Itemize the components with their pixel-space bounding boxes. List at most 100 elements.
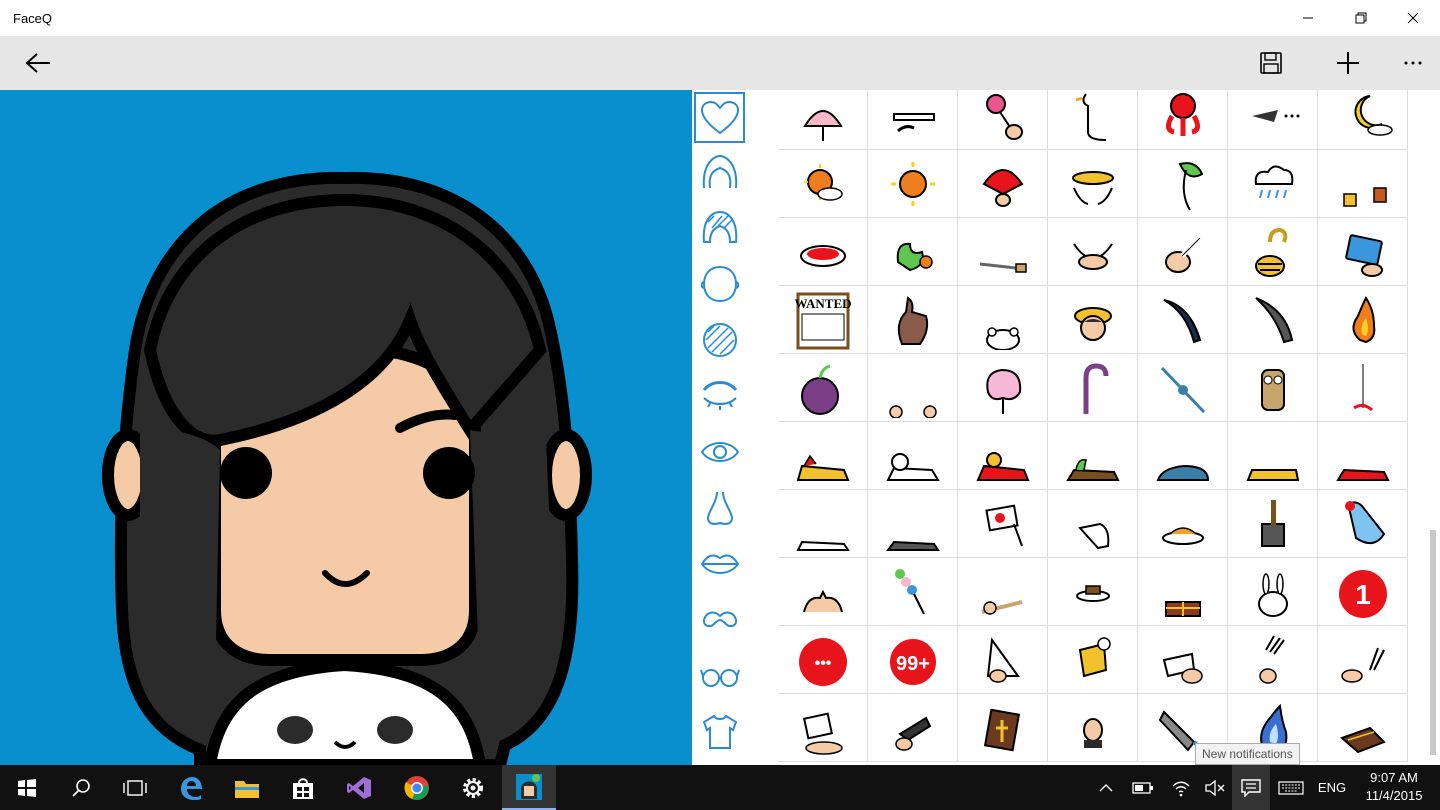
show-hidden-icons-button[interactable] [1094, 765, 1118, 810]
sticker-tile[interactable] [1138, 626, 1228, 694]
save-button[interactable] [1243, 36, 1299, 90]
network-button[interactable] [1168, 765, 1194, 810]
sticker-tile[interactable] [1048, 558, 1138, 626]
scrollbar[interactable] [1430, 530, 1436, 755]
category-eyes[interactable] [694, 426, 745, 477]
sticker-tile[interactable] [1048, 150, 1138, 218]
sticker-tile[interactable] [1138, 422, 1228, 490]
sticker-tile[interactable] [1138, 286, 1228, 354]
file-explorer-button[interactable] [220, 765, 274, 810]
sticker-tile[interactable] [778, 422, 868, 490]
sticker-tile[interactable] [1048, 490, 1138, 558]
sticker-tile[interactable] [868, 218, 958, 286]
sticker-tile[interactable] [1318, 90, 1408, 150]
sticker-tile[interactable]: WANTED [778, 286, 868, 354]
clock[interactable]: 9:07 AM 11/4/2015 [1352, 769, 1436, 805]
sticker-tile[interactable] [868, 286, 958, 354]
category-nose[interactable] [694, 482, 745, 533]
sticker-tile[interactable] [778, 150, 868, 218]
edge-button[interactable] [164, 765, 218, 810]
category-mouth[interactable] [694, 538, 745, 589]
store-button[interactable] [276, 765, 330, 810]
add-button[interactable] [1320, 36, 1376, 90]
action-center-button[interactable] [1232, 765, 1270, 810]
more-button[interactable] [1385, 36, 1440, 90]
sticker-tile[interactable] [1138, 490, 1228, 558]
sticker-tile[interactable] [868, 354, 958, 422]
sticker-tile[interactable] [1228, 422, 1318, 490]
sticker-tile[interactable] [868, 490, 958, 558]
sticker-tile[interactable] [1318, 286, 1408, 354]
sticker-tile[interactable] [958, 90, 1048, 150]
start-button[interactable] [0, 765, 54, 810]
sticker-tile[interactable]: 99+ [868, 626, 958, 694]
volume-button[interactable] [1202, 765, 1228, 810]
sticker-tile[interactable] [1318, 354, 1408, 422]
sticker-tile[interactable]: ••• [778, 626, 868, 694]
chrome-button[interactable] [390, 765, 444, 810]
sticker-tile[interactable] [778, 354, 868, 422]
avatar-canvas[interactable] [0, 90, 692, 765]
sticker-tile[interactable] [1138, 558, 1228, 626]
sticker-tile[interactable] [1138, 150, 1228, 218]
battery-button[interactable] [1130, 765, 1156, 810]
sticker-tile[interactable] [1228, 490, 1318, 558]
back-button[interactable] [10, 36, 66, 90]
settings-button[interactable] [446, 765, 500, 810]
sticker-tile[interactable] [958, 694, 1048, 762]
sticker-tile[interactable] [1048, 694, 1138, 762]
sticker-tile[interactable] [1228, 218, 1318, 286]
sticker-tile[interactable] [778, 218, 868, 286]
sticker-tile[interactable] [1318, 490, 1408, 558]
category-heart[interactable] [694, 92, 745, 143]
sticker-tile[interactable] [868, 694, 958, 762]
sticker-tile[interactable] [1228, 150, 1318, 218]
sticker-tile[interactable] [958, 422, 1048, 490]
sticker-tile[interactable] [1228, 286, 1318, 354]
sticker-tile[interactable] [1318, 150, 1408, 218]
sticker-tile[interactable] [1048, 626, 1138, 694]
sticker-tile[interactable] [1048, 218, 1138, 286]
sticker-tile[interactable] [778, 558, 868, 626]
category-face-texture[interactable] [694, 314, 745, 365]
category-hair-filled[interactable] [694, 202, 745, 253]
touch-keyboard-button[interactable] [1276, 765, 1306, 810]
category-glasses[interactable] [694, 650, 745, 701]
task-view-button[interactable] [108, 765, 162, 810]
category-eyebrows[interactable] [694, 370, 745, 421]
sticker-tile[interactable] [868, 90, 958, 150]
sticker-tile[interactable] [1138, 354, 1228, 422]
sticker-tile[interactable] [778, 90, 868, 150]
category-face-shape[interactable] [694, 258, 745, 309]
sticker-tile[interactable] [1318, 626, 1408, 694]
sticker-tile[interactable] [1138, 218, 1228, 286]
sticker-tile[interactable] [1048, 90, 1138, 150]
sticker-tile[interactable] [1138, 90, 1228, 150]
sticker-tile[interactable] [1228, 558, 1318, 626]
close-button[interactable] [1387, 0, 1439, 36]
sticker-tile[interactable] [1048, 422, 1138, 490]
sticker-tile[interactable] [778, 490, 868, 558]
sticker-tile[interactable] [1228, 90, 1318, 150]
sticker-tile[interactable] [958, 490, 1048, 558]
restore-button[interactable] [1335, 0, 1387, 36]
search-button[interactable] [54, 765, 108, 810]
sticker-tile[interactable] [958, 558, 1048, 626]
language-indicator[interactable]: ENG [1312, 765, 1352, 810]
sticker-tile[interactable] [1228, 626, 1318, 694]
sticker-tile[interactable] [1318, 422, 1408, 490]
sticker-tile[interactable] [958, 626, 1048, 694]
sticker-tile[interactable] [1048, 286, 1138, 354]
sticker-tile[interactable] [1318, 694, 1408, 762]
minimize-button[interactable] [1282, 0, 1334, 36]
sticker-tile[interactable] [958, 286, 1048, 354]
category-hair-outline[interactable] [694, 146, 745, 197]
sticker-tile[interactable] [958, 218, 1048, 286]
sticker-tile[interactable] [1318, 218, 1408, 286]
sticker-tile[interactable] [1048, 354, 1138, 422]
sticker-tile[interactable] [1228, 354, 1318, 422]
visual-studio-button[interactable] [332, 765, 386, 810]
category-mustache[interactable] [694, 594, 745, 645]
sticker-tile[interactable] [958, 354, 1048, 422]
sticker-tile[interactable] [868, 558, 958, 626]
